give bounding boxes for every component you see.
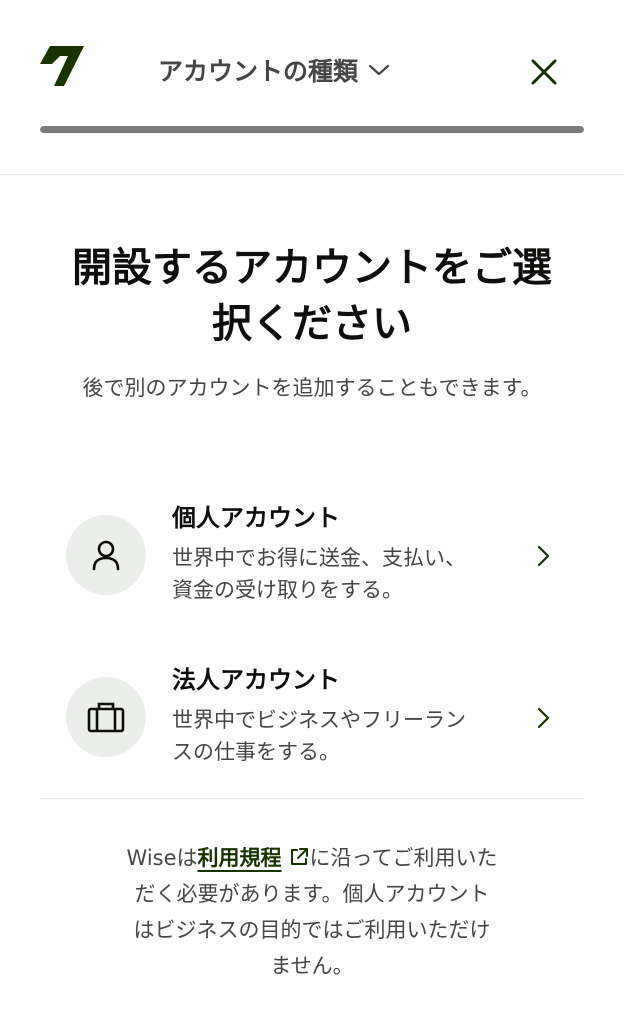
- progress-bar-fill: [40, 126, 584, 133]
- business-account-title: 法人アカウント: [172, 666, 340, 694]
- personal-account-title: 個人アカウント: [172, 504, 340, 532]
- account-type-page: アカウントの種類 開設するアカウントをご選 択ください 後で別のアカウントを追加…: [0, 0, 624, 1024]
- business-account-description: 世界中でビジネスやフリーラン スの仕事をする。: [172, 704, 512, 768]
- personal-account-desc-line-1: 世界中でお得に送金、支払い、: [172, 546, 466, 570]
- terms-notice-line-1: Wiseは利用規程 に沿ってご利用いた: [90, 840, 534, 876]
- personal-account-option[interactable]: 個人アカウント 世界中でお得に送金、支払い、 資金の受け取りをする。: [40, 500, 584, 630]
- chevron-right-icon: [537, 707, 550, 729]
- chevron-right-icon: [537, 545, 550, 567]
- terms-notice-prefix: Wiseは: [126, 846, 198, 870]
- header: アカウントの種類: [0, 0, 624, 175]
- account-type-dropdown[interactable]: アカウントの種類: [158, 52, 390, 88]
- terms-notice-line-4: ません。: [270, 954, 354, 978]
- business-account-icon-circle: [66, 677, 146, 757]
- external-link-icon[interactable]: [288, 846, 310, 868]
- personal-account-desc-line-2: 資金の受け取りをする。: [172, 578, 403, 602]
- wise-logo-icon[interactable]: [40, 44, 84, 86]
- page-title: 開設するアカウントをご選 択ください: [40, 240, 584, 352]
- page-subtitle: 後で別のアカウントを追加することもできます。: [82, 376, 542, 400]
- chevron-down-icon: [368, 64, 390, 76]
- terms-notice-line-3: はビジネスの目的ではご利用いただけ: [133, 918, 491, 942]
- personal-account-description: 世界中でお得に送金、支払い、 資金の受け取りをする。: [172, 542, 512, 606]
- person-icon: [92, 540, 120, 571]
- business-account-option[interactable]: 法人アカウント 世界中でビジネスやフリーラン スの仕事をする。: [40, 662, 584, 792]
- page-title-line-1: 開設するアカウントをご選: [72, 245, 552, 291]
- business-account-desc-line-1: 世界中でビジネスやフリーラン: [172, 708, 466, 732]
- terms-notice: Wiseは利用規程 に沿ってご利用いた だく必要があります。個人アカウント はビ…: [90, 840, 534, 984]
- business-account-desc-line-2: スの仕事をする。: [172, 740, 340, 764]
- terms-notice-after-link: に沿ってご利用いた: [309, 846, 498, 870]
- content-divider: [40, 798, 584, 799]
- close-icon[interactable]: [528, 56, 560, 88]
- terms-of-use-link[interactable]: 利用規程: [198, 846, 282, 870]
- terms-notice-line-2: だく必要があります。個人アカウント: [134, 882, 490, 906]
- step-title-label: アカウントの種類: [158, 57, 359, 86]
- progress-bar: [40, 126, 584, 133]
- personal-account-icon-circle: [66, 515, 146, 595]
- briefcase-icon: [87, 702, 125, 733]
- page-title-line-2: 択ください: [212, 301, 412, 347]
- header-divider: [0, 174, 624, 175]
